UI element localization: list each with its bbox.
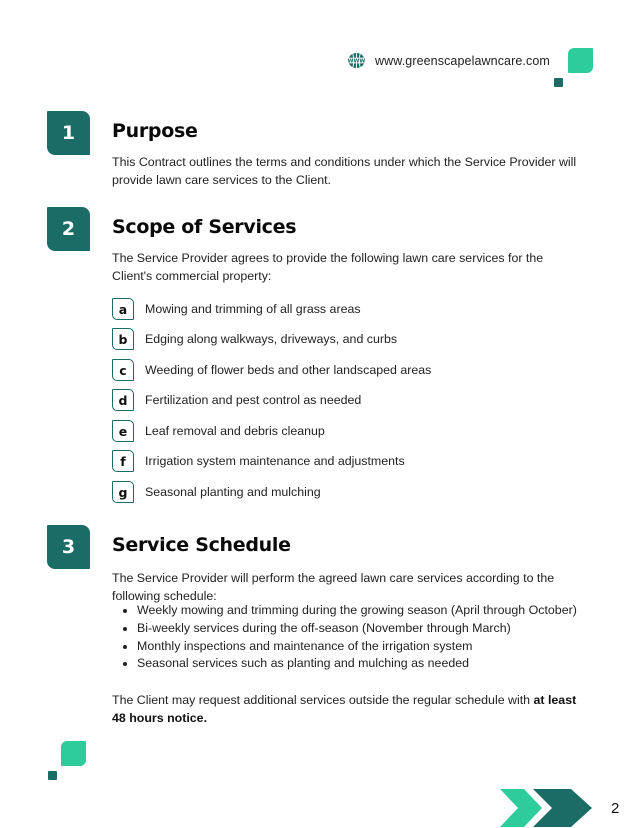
corner-decoration-small <box>554 78 563 87</box>
closing-text: The Client may request additional servic… <box>112 693 534 707</box>
item-text: Leaf removal and debris cleanup <box>145 424 325 438</box>
section-title-purpose: Purpose <box>112 120 198 142</box>
corner-decoration-small <box>48 771 57 780</box>
www-globe-icon: WWW <box>348 51 366 70</box>
schedule-paragraph: The Service Provider will perform the ag… <box>112 571 555 603</box>
svg-text:WWW: WWW <box>348 59 366 65</box>
scope-paragraph: The Service Provider agrees to provide t… <box>112 251 544 283</box>
bullet-item: Weekly mowing and trimming during the gr… <box>137 602 607 620</box>
list-item: g Seasonal planting and mulching <box>112 481 321 503</box>
item-text: Edging along walkways, driveways, and cu… <box>145 332 398 346</box>
page-number: 2 <box>611 800 620 817</box>
schedule-bullet-list: Weekly mowing and trimming during the gr… <box>112 602 607 673</box>
bullet-item: Monthly inspections and maintenance of t… <box>137 638 607 656</box>
section-title-scope: Scope of Services <box>112 216 297 238</box>
corner-decoration-large <box>61 741 86 766</box>
list-item: d Fertilization and pest control as need… <box>112 389 361 411</box>
list-item: c Weeding of flower beds and other lands… <box>112 359 431 381</box>
section-number-badge: 2 <box>47 207 90 251</box>
item-letter-badge: g <box>112 481 134 503</box>
website-url[interactable]: www.greenscapelawncare.com <box>375 54 550 68</box>
list-item: f Irrigation system maintenance and adju… <box>112 450 405 472</box>
section-number-badge: 3 <box>47 525 90 569</box>
item-letter-badge: f <box>112 450 134 472</box>
item-text: Mowing and trimming of all grass areas <box>145 302 361 316</box>
purpose-paragraph: This Contract outlines the terms and con… <box>112 155 577 187</box>
item-text: Weeding of flower beds and other landsca… <box>145 363 432 377</box>
item-letter-badge: c <box>112 359 134 381</box>
website-link[interactable]: WWW www.greenscapelawncare.com <box>346 50 550 71</box>
closing-paragraph: The Client may request additional servic… <box>112 691 582 727</box>
item-text: Irrigation system maintenance and adjust… <box>145 454 405 468</box>
section-title-schedule: Service Schedule <box>112 534 291 556</box>
item-letter-badge: b <box>112 328 134 350</box>
double-chevron-right-icon <box>500 789 592 827</box>
item-letter-badge: d <box>112 389 134 411</box>
list-item: a Mowing and trimming of all grass areas <box>112 298 361 320</box>
bullet-item: Bi-weekly services during the off-season… <box>137 620 607 638</box>
list-item: b Edging along walkways, driveways, and … <box>112 328 397 350</box>
item-letter-badge: a <box>112 298 134 320</box>
item-text: Fertilization and pest control as needed <box>145 393 362 407</box>
section-number-badge: 1 <box>47 111 90 155</box>
item-letter-badge: e <box>112 420 134 442</box>
list-item: e Leaf removal and debris cleanup <box>112 420 325 442</box>
corner-decoration-large <box>568 48 593 73</box>
item-text: Seasonal planting and mulching <box>145 485 321 499</box>
bullet-item: Seasonal services such as planting and m… <box>137 655 607 673</box>
